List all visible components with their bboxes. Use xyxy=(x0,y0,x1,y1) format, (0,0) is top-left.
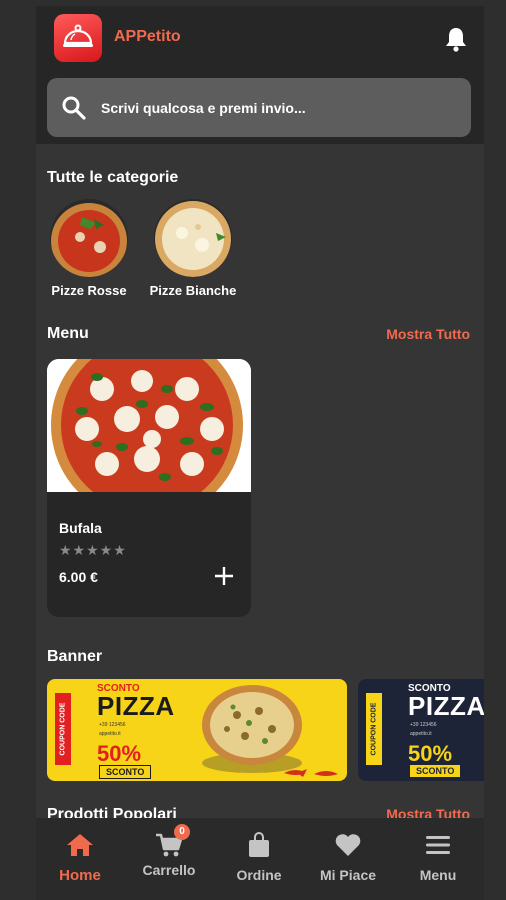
app-screen: APPetito Scrivi qualcosa e premi invio..… xyxy=(36,6,484,900)
search-icon xyxy=(62,96,86,120)
search-placeholder: Scrivi qualcosa e premi invio... xyxy=(101,99,306,116)
pizza-rossa-image xyxy=(50,199,128,277)
banner-website: appetito.it xyxy=(99,731,121,737)
promo-banner[interactable]: COUPON CODE SCONTO PIZZA +39 123456 appe… xyxy=(47,679,347,781)
banner-title: Banner xyxy=(47,648,103,665)
banner-headline: PIZZA xyxy=(408,691,484,721)
nav-home[interactable]: Home xyxy=(40,832,120,884)
category-pizze-rosse[interactable]: Pizze Rosse xyxy=(39,199,139,298)
nav-label: Mi Piace xyxy=(319,867,377,883)
cart-badge: 0 xyxy=(174,824,190,840)
pizza-bufala-image xyxy=(47,359,251,492)
banner-headline: PIZZA xyxy=(97,691,175,721)
menu-title: Menu xyxy=(47,325,89,342)
app-logo xyxy=(54,14,102,62)
banner-discount: 50% xyxy=(408,741,453,766)
menu-item-name: Bufala xyxy=(59,520,102,536)
nav-favorites[interactable]: Mi Piace xyxy=(308,832,388,883)
chili-peppers-icon xyxy=(284,770,338,776)
categories-title: Tutte le categorie xyxy=(47,169,179,186)
coupon-code-tag: COUPON CODE xyxy=(55,693,71,765)
add-to-cart-icon[interactable] xyxy=(211,563,237,589)
app-title: APPetito xyxy=(114,28,181,45)
nav-menu[interactable]: Menu xyxy=(398,832,478,883)
banner-sconto-label: SCONTO xyxy=(99,765,152,779)
home-icon xyxy=(67,834,93,856)
banner-sconto-label: SCONTO xyxy=(410,765,461,777)
category-label: Pizze Bianche xyxy=(149,283,237,298)
banner-phone: +39 123456 xyxy=(99,722,126,728)
bell-icon[interactable] xyxy=(444,26,468,52)
nav-label: Home xyxy=(59,867,101,884)
category-pizze-bianche[interactable]: Pizze Bianche xyxy=(143,199,243,298)
nav-orders[interactable]: Ordine xyxy=(219,832,299,883)
bag-icon xyxy=(249,832,269,857)
category-label: Pizze Rosse xyxy=(51,283,127,298)
heart-icon xyxy=(335,834,361,856)
app-header: APPetito Scrivi qualcosa e premi invio..… xyxy=(36,6,484,144)
nav-label: Menu xyxy=(419,867,457,883)
nav-label: Carrello xyxy=(142,862,196,878)
pizza-bianca-image xyxy=(154,199,232,277)
search-bar[interactable]: Scrivi qualcosa e premi invio... xyxy=(47,78,471,137)
menu-item-card[interactable]: Bufala ★★★★★ 6.00 € xyxy=(47,359,251,617)
menu-see-all-link[interactable]: Mostra Tutto xyxy=(386,326,470,342)
nav-cart[interactable]: 0 Carrello xyxy=(129,824,209,878)
nav-label: Ordine xyxy=(236,867,282,883)
cloche-icon xyxy=(63,24,93,47)
bottom-navigation: Home 0 Carrello Ordine Mi Piace Menu xyxy=(36,818,484,900)
banner-phone: +39 123456 xyxy=(410,722,437,728)
rating-stars: ★★★★★ xyxy=(59,542,127,558)
banner-website: appetito.it xyxy=(410,731,432,737)
banner-discount: 50% xyxy=(97,741,142,766)
coupon-code-tag: COUPON CODE xyxy=(366,693,382,765)
promo-banner[interactable]: COUPON CODE SCONTO PIZZA +39 123456 appe… xyxy=(358,679,484,781)
hamburger-icon xyxy=(426,836,450,854)
cart-icon-wrap: 0 xyxy=(154,824,190,858)
menu-item-price: 6.00 € xyxy=(59,569,98,585)
